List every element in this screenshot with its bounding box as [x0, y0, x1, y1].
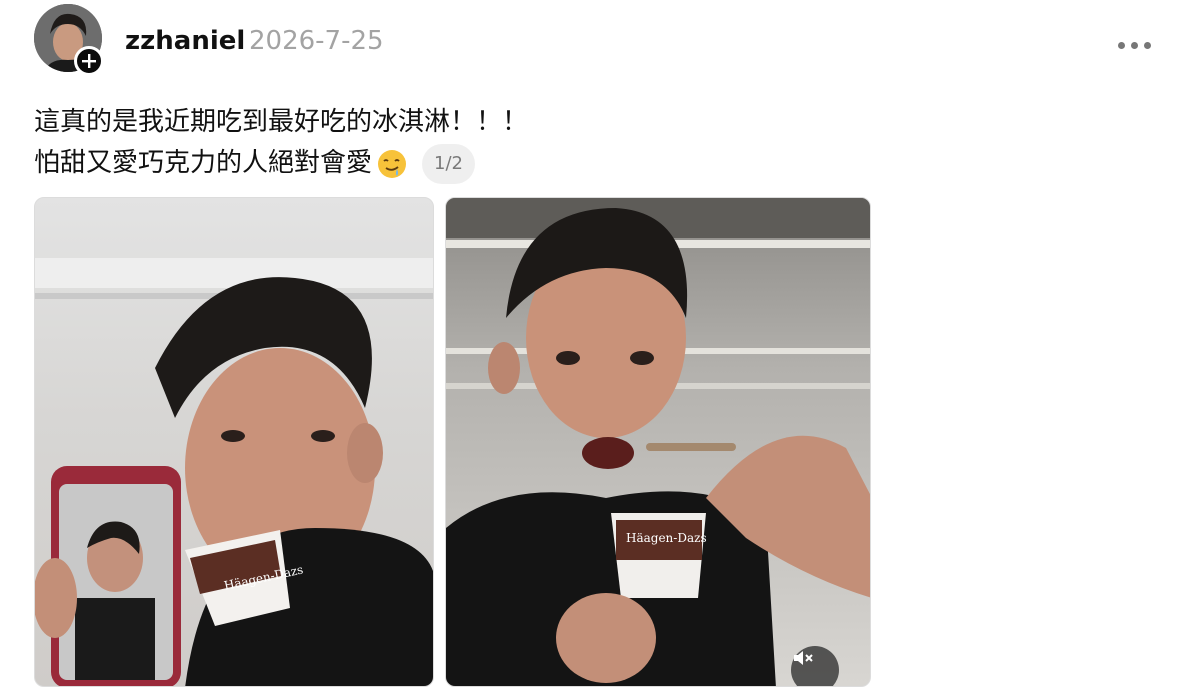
avatar-container[interactable]: [34, 4, 104, 76]
plus-icon: [82, 54, 96, 68]
drooling-face-icon: [378, 149, 407, 178]
post-body-text: 這真的是我近期吃到最好吃的冰淇淋！！！ 怕甜又愛巧克力的人絕對會愛 1/2: [34, 102, 934, 184]
speaker-muted-icon: [794, 651, 813, 665]
username[interactable]: zzhaniel: [125, 26, 245, 56]
post-text-line-1: 這真的是我近期吃到最好吃的冰淇淋！！！: [34, 107, 529, 137]
media-video-2[interactable]: Häagen-Dazs: [445, 197, 871, 687]
media-photo-1[interactable]: Häagen-Dazs: [34, 197, 434, 687]
post-header: zzhaniel 2026-7-25: [34, 4, 1174, 76]
media-carousel[interactable]: Häagen-Dazs Häagen-Dazs: [34, 197, 874, 687]
cup-brand-label-2: Häagen-Dazs: [626, 531, 707, 545]
follow-button[interactable]: [74, 46, 104, 76]
post-text-line-2: 怕甜又愛巧克力的人絕對會愛: [34, 148, 373, 178]
page-indicator: 1/2: [422, 143, 475, 184]
post-date[interactable]: 2026-7-25: [249, 26, 384, 56]
mute-toggle-button[interactable]: [791, 646, 839, 686]
post-text-line-2-row: 怕甜又愛巧克力的人絕對會愛 1/2: [34, 143, 934, 184]
more-horizontal-icon[interactable]: [1118, 38, 1158, 52]
